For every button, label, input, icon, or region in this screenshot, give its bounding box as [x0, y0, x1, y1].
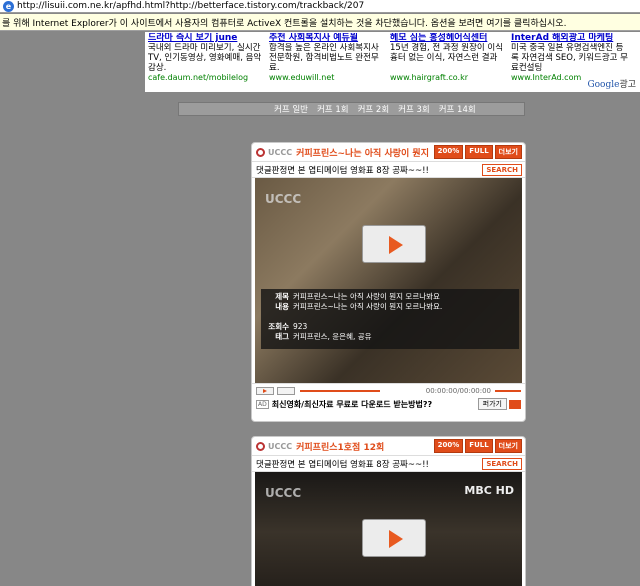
player-header: UCCC 커피프린스1호점 12회 200% FULL 더보기 — [252, 437, 525, 456]
search-button[interactable]: SEARCH — [482, 163, 522, 176]
channel-logo: MBC HD — [464, 484, 514, 497]
ad-desc: 합격을 높은 온라인 사회복지사 전문학원, 합격비법노트 완전무료. — [269, 43, 379, 73]
info-key: 제목 — [275, 292, 289, 301]
info-value: 커피프린스~나는 아직 사랑이 뭔지 모르나봐요 — [293, 292, 440, 301]
more-button[interactable]: 더보기 — [494, 145, 522, 159]
play-icon[interactable] — [362, 519, 426, 557]
activex-info-bar[interactable]: 를 위해 Internet Explorer가 이 사이트에서 사용자의 컴퓨터… — [0, 14, 640, 31]
info-value: 923 — [293, 322, 308, 331]
ad-item[interactable]: InterAd 해외광고 마케팅 미국 중국 일본 유명검색엔진 등록 자연검색… — [511, 33, 632, 82]
google-ads-suffix: 광고 — [619, 80, 636, 90]
ad-item[interactable]: 헤모 심는 홍성헤어식센터 15년 경험, 전 과정 원장이 이식 흉터 없는 … — [390, 33, 511, 83]
nav-item-ep1[interactable]: 커프 1회 — [317, 103, 349, 115]
stop-control-icon[interactable] — [277, 386, 295, 395]
ad-desc: 15년 경험, 전 과정 원장이 이식 흉터 없는 이식, 자연스런 결과 — [390, 43, 504, 63]
google-ads-label[interactable]: Google광고 — [587, 77, 636, 90]
ad-panel: 드라마 즉시 보기 june 국내외 드라마 미리보기, 실시간 TV, 인기동… — [145, 32, 640, 92]
uccc-logo-icon — [256, 441, 265, 451]
ad-title[interactable]: 추천 사회복지사 예듀윌 — [269, 33, 386, 43]
ad-title[interactable]: 헤모 심는 홍성헤어식센터 — [390, 33, 507, 43]
ad-url[interactable]: www.eduwill.net — [269, 73, 386, 83]
video-area[interactable]: UCCC 제목 커피프린스~나는 아직 사랑이 뭔지 모르나봐요 내용 커피프린스~… — [255, 178, 522, 383]
search-button[interactable]: SEARCH — [482, 457, 522, 470]
share-button[interactable]: 퍼가기 — [477, 398, 507, 410]
seek-bar[interactable] — [300, 389, 380, 392]
zoom-button[interactable]: 200% — [433, 145, 464, 159]
ad-tag: AD — [256, 399, 269, 409]
address-url[interactable]: http://lisuii.com.ne.kr/apfhd.html?http:… — [17, 1, 364, 11]
zoom-button[interactable]: 200% — [433, 439, 464, 453]
ad-item[interactable]: 드라마 즉시 보기 june 국내외 드라마 미리보기, 실시간 TV, 인기동… — [148, 33, 269, 83]
player-title[interactable]: 커피프린스~나는 아직 사랑이 뭔지 모르나봐요 — [296, 146, 432, 159]
google-brand: Google — [587, 80, 620, 90]
playback-controls: 00:00:00/00:00:00 — [252, 383, 525, 397]
player-header: UCCC 커피프린스~나는 아직 사랑이 뭔지 모르나봐요 200% FULL … — [252, 143, 525, 162]
home-icon[interactable] — [509, 399, 521, 409]
video-info-overlay: 제목 커피프린스~나는 아직 사랑이 뭔지 모르나봐요 내용 커피프린스~나는 아직… — [261, 289, 519, 349]
ad-desc: 미국 중국 일본 유명검색엔진 등록 자연검색 SEO, 키워드광고 무료컨설팅 — [511, 43, 628, 73]
nav-item-ep2[interactable]: 커프 2회 — [358, 103, 390, 115]
player-subheader: 댓글판정면 본 엽티메이텀 영화표 8장 공짜~~!! SEARCH — [252, 162, 525, 178]
ad-url[interactable]: www.hairgraft.co.kr — [390, 73, 507, 83]
info-key: 내용 — [275, 302, 289, 311]
ad-title[interactable]: 드라마 즉시 보기 june — [148, 33, 265, 43]
info-key: 태그 — [275, 332, 289, 341]
volume-slider[interactable] — [495, 389, 521, 392]
player-subheader: 댓글판정면 본 엽티메이텀 영화표 8장 공짜~~!! SEARCH — [252, 456, 525, 472]
video-player-card: UCCC 커피프린스~나는 아직 사랑이 뭔지 모르나봐요 200% FULL … — [251, 142, 526, 422]
ad-url[interactable]: cafe.daum.net/mobilelog — [148, 73, 265, 83]
time-display: 00:00:00/00:00:00 — [425, 386, 491, 395]
player-brand: UCCC — [268, 147, 293, 157]
uccc-logo-icon — [256, 147, 265, 157]
address-bar[interactable]: e http://lisuii.com.ne.kr/apfhd.html?htt… — [0, 0, 640, 13]
player-title[interactable]: 커피프린스1호점 12회 — [296, 440, 432, 453]
play-icon[interactable] — [362, 225, 426, 263]
more-button[interactable]: 더보기 — [494, 439, 522, 453]
info-key: 조회수 — [268, 322, 289, 331]
ad-item[interactable]: 추천 사회복지사 예듀윌 합격을 높은 온라인 사회복지사 전문학원, 합격비법… — [269, 33, 390, 83]
ie-page-icon: e — [3, 0, 14, 12]
play-control-icon[interactable] — [256, 386, 274, 395]
video-area[interactable]: UCCC MBC HD — [255, 472, 522, 586]
footer-link[interactable]: 최신영화/최신자료 무료로 다운로드 받는방법?? — [272, 399, 476, 410]
info-bar-text[interactable]: 를 위해 Internet Explorer가 이 사이트에서 사용자의 컴퓨터… — [2, 16, 566, 29]
nav-item-general[interactable]: 커프 일반 — [274, 103, 308, 115]
uccc-watermark: UCCC — [265, 486, 302, 500]
promo-text[interactable]: 댓글판정면 본 엽티메이텀 영화표 8장 공짜~~!! — [256, 458, 482, 470]
nav-item-ep14[interactable]: 커프 14회 — [439, 103, 476, 115]
fullscreen-button[interactable]: FULL — [465, 145, 493, 159]
info-value: 커피프린스~나는 아직 사랑이 뭔지 모르나봐요. — [293, 302, 443, 311]
video-player-card: UCCC 커피프린스1호점 12회 200% FULL 더보기 댓글판정면 본 … — [251, 436, 526, 586]
nav-item-ep3[interactable]: 커프 3회 — [398, 103, 430, 115]
ad-desc: 국내외 드라마 미리보기, 실시간 TV, 인기동영상, 영화예매, 음악감상. — [148, 43, 262, 73]
uccc-watermark: UCCC — [265, 192, 302, 206]
promo-text[interactable]: 댓글판정면 본 엽티메이텀 영화표 8장 공짜~~!! — [256, 164, 482, 176]
fullscreen-button[interactable]: FULL — [465, 439, 493, 453]
player-footer: AD 최신영화/최신자료 무료로 다운로드 받는방법?? 퍼가기 — [252, 397, 525, 411]
ad-title[interactable]: InterAd 해외광고 마케팅 — [511, 33, 628, 43]
info-value: 커피프린스, 윤은혜, 공유 — [293, 332, 372, 341]
episode-nav: 커프 일반 커프 1회 커프 2회 커프 3회 커프 14회 — [178, 102, 525, 116]
player-brand: UCCC — [268, 441, 293, 451]
